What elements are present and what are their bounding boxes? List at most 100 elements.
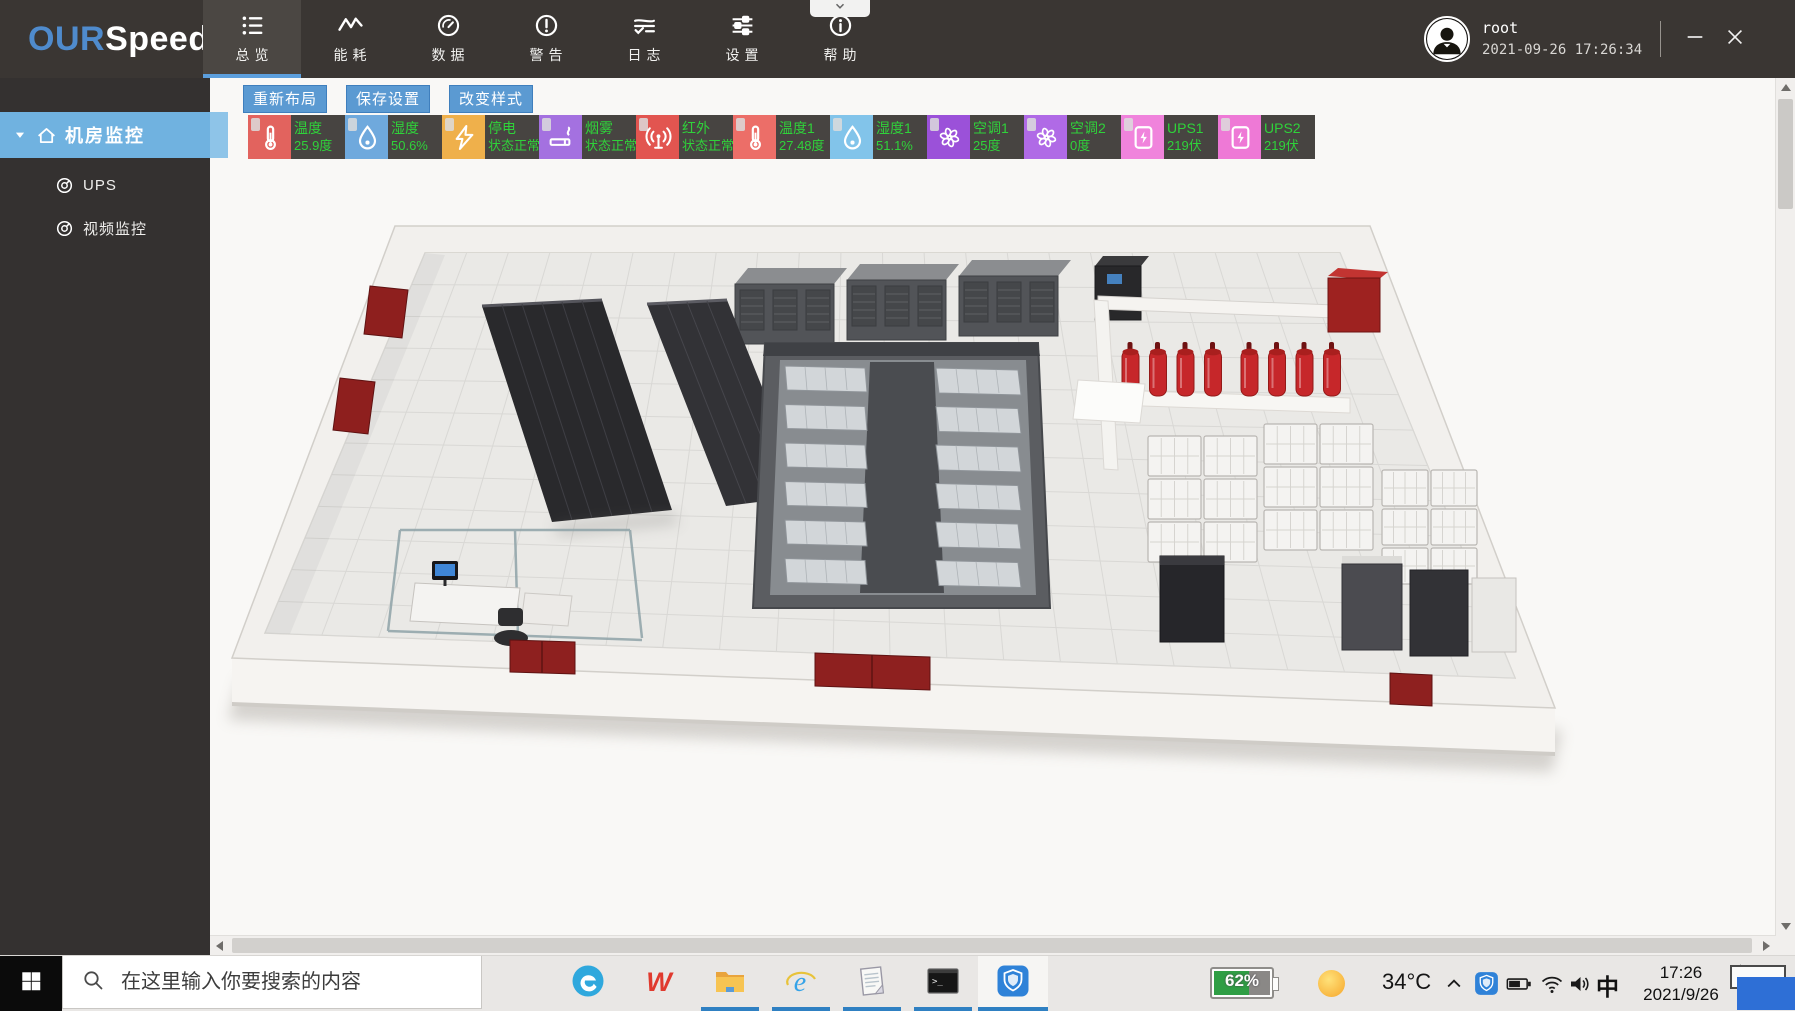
sensor-badge-1[interactable]: 湿度50.6%	[345, 115, 442, 159]
sidebar-item-ups[interactable]: UPS	[0, 165, 210, 205]
nav-item-energy[interactable]: 能耗	[301, 0, 399, 78]
nav-items: 总览能耗 数据警告日志设置帮助	[203, 0, 889, 78]
user-avatar[interactable]	[1424, 16, 1470, 62]
sensor-badge-8[interactable]: 空调20度	[1024, 115, 1121, 159]
gauge-dial-icon	[55, 219, 74, 238]
nav-item-label: 能耗	[329, 45, 372, 65]
nav-item-settings[interactable]: 设置	[693, 0, 791, 78]
start-button[interactable]	[0, 956, 62, 1011]
nav-item-label: 帮助	[819, 45, 862, 65]
horizontal-scrollbar-thumb[interactable]	[232, 938, 1752, 953]
sensor-tile	[927, 115, 970, 159]
nav-item-overview[interactable]: 总览	[203, 0, 301, 78]
search-icon	[81, 968, 105, 997]
horizontal-scrollbar[interactable]	[210, 935, 1776, 955]
log-icon	[632, 13, 657, 38]
sensor-tile	[539, 115, 582, 159]
taskbar-app-notepad[interactable]	[837, 956, 907, 1011]
vertical-scrollbar[interactable]	[1775, 78, 1795, 936]
taskbar-search[interactable]	[62, 956, 482, 1009]
sensor-panel: UPS2219伏	[1261, 115, 1315, 159]
svg-text:>_: >_	[932, 977, 943, 987]
pulse-icon	[338, 13, 363, 38]
sidebar-item-video-monitor[interactable]: 视频监控	[0, 208, 210, 248]
sensor-label: UPS1	[1167, 120, 1218, 138]
battery-nub	[1273, 977, 1279, 991]
taskbar-app-file-explorer[interactable]	[695, 956, 765, 1011]
sensor-badge-6[interactable]: 湿度151.1%	[830, 115, 927, 159]
sensor-label: 烟雾	[585, 120, 636, 138]
sensor-value: 状态正常	[682, 138, 733, 154]
sidebar-item-room-monitor[interactable]: 机房监控	[0, 112, 210, 158]
scroll-left-icon[interactable]	[216, 941, 223, 951]
ime-indicator[interactable]: 中	[1596, 968, 1619, 1002]
nav-item-data[interactable]: 数据	[399, 0, 497, 78]
nav-item-log[interactable]: 日志	[595, 0, 693, 78]
close-icon	[1724, 26, 1746, 53]
sensor-panel: 烟雾状态正常	[582, 115, 636, 159]
security-app-icon	[996, 964, 1030, 1003]
user-text: root 2021-09-26 17:26:34	[1482, 18, 1642, 60]
sidebar-item-label: 机房监控	[65, 122, 145, 148]
vertical-scrollbar-thumb[interactable]	[1778, 99, 1793, 209]
weather-temperature[interactable]: 34°C	[1382, 969, 1431, 995]
sensor-tile	[733, 115, 776, 159]
tray-network[interactable]	[1540, 956, 1564, 1011]
datacenter-3d-view[interactable]	[210, 78, 1776, 936]
svg-text:e: e	[794, 967, 806, 998]
sensor-value: 25度	[973, 138, 1024, 154]
relayout-button[interactable]: 重新布局	[243, 85, 327, 113]
clock-time: 17:26	[1628, 962, 1734, 984]
brand-part2: Speed	[105, 20, 210, 58]
search-input[interactable]	[119, 970, 443, 995]
sensor-badge-9[interactable]: UPS1219伏	[1121, 115, 1218, 159]
battery-percent: 62%	[1212, 971, 1272, 991]
main-content: 重新布局保存设置改变样式 温度25.9度湿度50.6%停电状态正常烟雾状态正常红…	[210, 78, 1795, 955]
tray-expand-button[interactable]	[1444, 956, 1464, 1011]
sensor-badge-2[interactable]: 停电状态正常	[442, 115, 539, 159]
scroll-down-icon[interactable]	[1781, 923, 1791, 930]
background-window-corner[interactable]	[1737, 977, 1795, 1010]
close-button[interactable]	[1716, 23, 1754, 55]
taskbar-clock[interactable]: 17:26 2021/9/26	[1628, 962, 1734, 1006]
sensor-badge-10[interactable]: UPS2219伏	[1218, 115, 1315, 159]
sensor-badge-7[interactable]: 空调125度	[927, 115, 1024, 159]
tray-battery[interactable]	[1506, 956, 1533, 1011]
sensor-value: 27.48度	[779, 138, 830, 154]
sensor-value: 219伏	[1167, 138, 1218, 154]
chevron-down-icon	[832, 0, 848, 18]
collapse-panel-tab[interactable]	[810, 0, 870, 17]
sensor-strip: 温度25.9度湿度50.6%停电状态正常烟雾状态正常红外状态正常温度127.48…	[248, 115, 1315, 159]
sensor-badge-5[interactable]: 温度127.48度	[733, 115, 830, 159]
canvas-toolbar: 重新布局保存设置改变样式	[243, 85, 533, 113]
sensor-badge-3[interactable]: 烟雾状态正常	[539, 115, 636, 159]
taskbar-app-security-app[interactable]	[978, 956, 1048, 1011]
taskbar-app-terminal[interactable]: >_	[908, 956, 978, 1011]
scroll-right-icon[interactable]	[1763, 941, 1770, 951]
tray-volume[interactable]	[1568, 956, 1592, 1011]
windows-logo-icon	[20, 970, 42, 997]
shield-icon	[1474, 971, 1499, 996]
sensor-badge-4[interactable]: 红外状态正常	[636, 115, 733, 159]
taskbar-app-internet-explorer[interactable]: e	[766, 956, 836, 1011]
taskbar-app-wps[interactable]: W	[624, 956, 694, 1011]
running-indicator	[843, 1007, 901, 1011]
weather-sun-icon[interactable]	[1318, 970, 1345, 997]
scroll-up-icon[interactable]	[1781, 84, 1791, 91]
save-config-button[interactable]: 保存设置	[346, 85, 430, 113]
wps-icon: W	[642, 964, 676, 1003]
change-style-button[interactable]: 改变样式	[449, 85, 533, 113]
top-navbar: OURSpeed 总览能耗数据警告日志设置帮助 root 2021-09-26 …	[0, 0, 1795, 78]
sensor-badge-0[interactable]: 温度25.9度	[248, 115, 345, 159]
file-explorer-icon	[713, 964, 747, 1003]
scrollbar-corner	[1776, 936, 1795, 955]
sensor-panel: 空调20度	[1067, 115, 1121, 159]
taskbar-app-edge[interactable]	[553, 956, 623, 1011]
sidebar-highlight-sliver	[210, 112, 228, 158]
sensor-label: 停电	[488, 120, 539, 138]
tray-security-app[interactable]	[1474, 956, 1499, 1011]
battery-widget[interactable]: 62%	[1210, 967, 1274, 999]
nav-item-alert[interactable]: 警告	[497, 0, 595, 78]
minimize-button[interactable]	[1676, 23, 1714, 55]
window-controls-divider	[1660, 21, 1661, 57]
